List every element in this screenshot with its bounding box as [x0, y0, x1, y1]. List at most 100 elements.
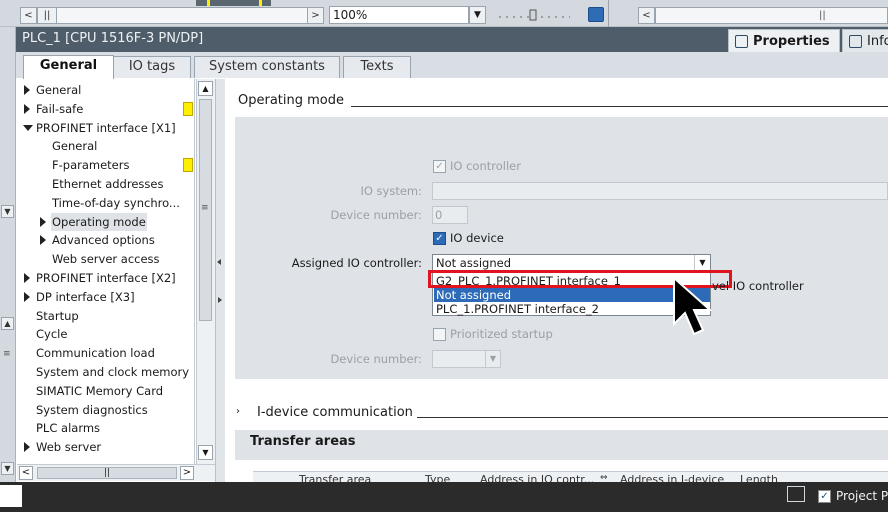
edge-scroll-up-button[interactable]: ▲ — [1, 317, 14, 330]
prioritized-startup-checkbox[interactable] — [433, 328, 446, 341]
nav-hscroll-thumb[interactable]: || — [37, 467, 177, 479]
zoom-dropdown-button[interactable]: ▼ — [469, 6, 486, 24]
tab-texts[interactable]: Texts — [343, 56, 411, 78]
nav-item-label: General — [36, 83, 82, 97]
nav-item[interactable]: System diagnostics — [36, 401, 148, 419]
operating-mode-title: Operating mode — [238, 93, 344, 108]
zoom-slider[interactable] — [497, 8, 572, 22]
chevron-right-icon[interactable]: › — [236, 406, 240, 417]
nav-item[interactable]: DP interface [X3] — [36, 288, 135, 306]
nav-item[interactable]: Ethernet addresses — [52, 175, 163, 193]
io-system-field[interactable] — [432, 182, 888, 200]
nav-scroll-left-button[interactable]: < — [19, 466, 33, 480]
collapsed-arrow-icon[interactable] — [24, 273, 30, 283]
warning-marker-icon — [183, 101, 193, 116]
collapsed-arrow-icon[interactable] — [24, 291, 30, 302]
collapsed-arrow-icon[interactable] — [24, 103, 30, 114]
collapse-left-icon[interactable] — [217, 259, 221, 265]
dropdown-option-selected[interactable]: Not assigned — [434, 288, 710, 302]
nav-item[interactable]: Communication load — [36, 344, 155, 362]
chevron-down-icon[interactable]: ▼ — [694, 255, 710, 271]
expand-right-icon[interactable] — [218, 297, 222, 303]
scroll-thumb[interactable]: || — [37, 7, 57, 24]
nav-vertical-scrollbar[interactable]: ▲ ≡ ▼ — [196, 79, 215, 464]
collapsed-arrow-icon[interactable] — [24, 442, 30, 453]
nav-item[interactable]: Startup — [36, 307, 79, 325]
canvas-hscroll-track[interactable] — [57, 7, 307, 24]
scroll-right-button[interactable]: > — [307, 7, 324, 24]
nav-item[interactable]: Operating mode — [51, 212, 147, 231]
project-checkbox[interactable]: ✓ — [818, 490, 831, 503]
pane-divider — [608, 0, 609, 27]
edge-scroll-down-button[interactable]: ▼ — [1, 462, 14, 475]
dropdown-option[interactable]: PLC_1.PROFINET interface_2 — [434, 302, 710, 316]
collapsed-arrow-icon[interactable] — [40, 216, 46, 227]
nav-scroll-up-button[interactable]: ▲ — [198, 81, 213, 96]
nav-item[interactable]: System and clock memory — [36, 363, 189, 381]
nav-item[interactable]: PROFINET interface [X1] — [36, 119, 176, 137]
nav-item[interactable]: Advanced options — [52, 231, 155, 249]
nav-item[interactable]: Web server — [36, 438, 101, 456]
column-header-address-controller[interactable]: Address in IO contr... — [480, 473, 594, 482]
fit-to-window-icon[interactable] — [588, 7, 604, 22]
nav-item[interactable]: Time-of-day synchro... — [52, 194, 180, 212]
nav-item-label: System and clock memory — [36, 365, 190, 379]
edge-collapse-button[interactable]: ▼ — [1, 205, 14, 218]
zoom-input[interactable]: 100% — [329, 6, 469, 24]
edge-grip-icon: ≡ — [3, 349, 11, 359]
chevron-down-icon[interactable]: ▼ — [485, 351, 500, 367]
secondary-scroll-thumb[interactable]: || — [819, 8, 826, 23]
column-header-type[interactable]: Type — [425, 473, 450, 482]
io-device-checkbox[interactable]: ✓ — [433, 232, 446, 245]
expanded-arrow-icon[interactable] — [23, 124, 33, 131]
column-header-length[interactable]: Length — [740, 473, 778, 482]
nav-item-label: Web server access — [52, 252, 160, 267]
io-device-label: IO device — [450, 231, 504, 245]
bottom-strip — [0, 512, 888, 518]
left-edge-panel: ▼ ▲ ≡ ▼ — [0, 27, 16, 482]
tab-io-tags[interactable]: IO tags — [113, 56, 191, 78]
device-number-field[interactable]: 0 — [432, 206, 468, 224]
nav-item[interactable]: General — [52, 137, 97, 155]
nav-item[interactable]: F-parameters — [52, 156, 129, 174]
nav-horizontal-scrollbar[interactable]: < || > — [17, 464, 215, 481]
nav-item-label: Startup — [36, 308, 79, 323]
nav-item-label: Cycle — [36, 327, 68, 342]
nav-scroll-down-button[interactable]: ▼ — [198, 445, 213, 460]
nav-item[interactable]: PLC alarms — [36, 419, 100, 437]
nav-item-label: Time-of-day synchro... — [52, 195, 180, 210]
scroll-left-button[interactable]: < — [20, 7, 37, 24]
i-device-communication-label[interactable]: I-device communication — [257, 405, 413, 420]
nav-item[interactable]: SIMATIC Memory Card — [36, 382, 163, 400]
tab-info-label: Info — [867, 34, 888, 49]
collapsed-arrow-icon[interactable] — [40, 235, 46, 246]
device-number-2-select[interactable]: ▼ — [432, 350, 501, 368]
nav-scroll-right-button[interactable]: > — [180, 466, 194, 480]
info-icon — [849, 35, 862, 48]
transfer-areas-table-header: Transfer area Type Address in IO contr..… — [253, 471, 888, 482]
nav-item[interactable]: Fail-safe — [36, 100, 83, 118]
column-header-address-device[interactable]: Address in I-device — [620, 473, 724, 482]
io-controller-checkbox[interactable]: ✓ — [433, 160, 446, 173]
secondary-hscroll-track[interactable]: || — [655, 7, 888, 24]
tab-info[interactable]: Info — [842, 29, 888, 54]
secondary-scroll-left-button[interactable]: < — [638, 7, 655, 24]
nav-item[interactable]: Cycle — [36, 325, 67, 343]
keyboard-icon[interactable] — [787, 486, 805, 502]
collapsed-arrow-icon[interactable] — [24, 85, 30, 95]
nav-item-label: PROFINET interface [X2] — [36, 271, 176, 285]
nav-item[interactable]: General — [36, 81, 81, 99]
canvas-marker — [207, 0, 210, 6]
warning-marker-icon — [183, 158, 193, 173]
tab-general[interactable]: General — [23, 55, 114, 79]
tab-system-constants[interactable]: System constants — [194, 56, 340, 78]
nav-item-label: System diagnostics — [36, 402, 148, 417]
status-input[interactable] — [0, 485, 22, 507]
panel-splitter[interactable] — [215, 79, 225, 482]
tab-properties[interactable]: Properties — [728, 29, 840, 54]
canvas-marker — [259, 0, 262, 6]
column-header-transfer-area[interactable]: Transfer area — [299, 473, 371, 482]
nav-item[interactable]: Web server access — [52, 250, 160, 268]
nav-item[interactable]: PROFINET interface [X2] — [36, 269, 176, 287]
swap-icon[interactable]: ⇔ — [600, 473, 608, 482]
